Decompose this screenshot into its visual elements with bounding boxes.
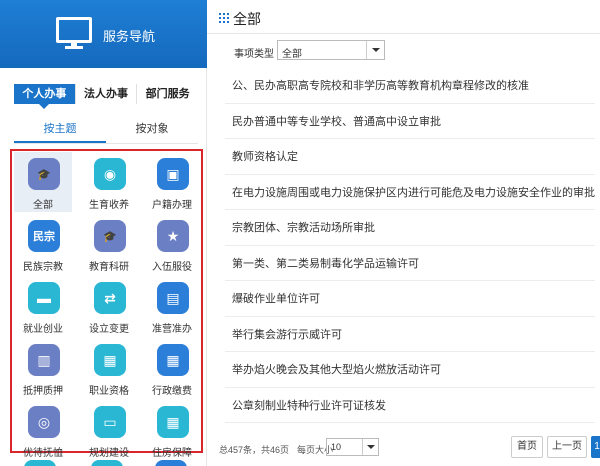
tab-legal-person[interactable]: 法人办事 <box>76 84 138 104</box>
theme-item-label: 准营准办 <box>152 324 192 335</box>
page-size-select[interactable]: 10 <box>326 438 379 456</box>
theme-item-label: 民族宗教 <box>23 262 63 273</box>
list-item[interactable]: 公、民办高职高专院校和非学历高等教育机构章程修改的核准 <box>225 68 595 104</box>
heart-hands-icon: ◎ <box>28 406 60 438</box>
main-panel: 全部 事项类型 全部 公、民办高职高专院校和非学历高等教育机构章程修改的核准 民办… <box>207 0 600 466</box>
pagination: 总457条，共46页 每页大小 10 首页 上一页 1 <box>207 436 600 460</box>
service-nav-title: 服务导航 <box>103 29 156 44</box>
theme-item-label: 教育科研 <box>89 262 129 273</box>
theme-item[interactable]: ▬ 就业创业 <box>14 276 72 336</box>
partial-icon <box>155 460 187 466</box>
theme-item[interactable]: ▥ 抵押质押 <box>14 338 72 398</box>
monitor-icon <box>56 17 92 43</box>
theme-grid: 🎓 全部 ◉ 生育收养 ▣ 户籍办理民宗民族宗教 🎓 教育科研 ★ 入伍服役 ▬ 就业创业 ⇄ 设立变更 ▤… <box>10 149 203 459</box>
theme-item[interactable]: ◉ 生育收养 <box>80 152 138 212</box>
total-count: 总457条，共46页 <box>219 445 290 455</box>
theme-item-label: 生育收养 <box>89 200 129 211</box>
ruler-icon: ▭ <box>94 406 126 438</box>
theme-item[interactable]: ▦ 住房保障 <box>143 400 201 460</box>
subtab-by-theme[interactable]: 按主题 <box>14 118 106 143</box>
list-item[interactable]: 公章刻制业特种行业许可证核发 <box>225 388 595 423</box>
license-icon: ▤ <box>157 282 189 314</box>
theme-item-label: 全部 <box>33 200 53 211</box>
theme-item[interactable]: ★ 入伍服役 <box>143 214 201 274</box>
theme-item-label: 就业创业 <box>23 324 63 335</box>
list-item[interactable]: 第一类、第二类易制毒化学品运输许可 <box>225 246 595 281</box>
theme-item-label: 入伍服役 <box>152 262 192 273</box>
theme-item[interactable]: 🎓 教育科研 <box>80 214 138 274</box>
theme-item[interactable]: ▤ 准营准办 <box>143 276 201 336</box>
main-header: 全部 <box>207 0 600 34</box>
graduation-cap-icon: 🎓 <box>94 220 126 252</box>
theme-item[interactable]: ▦ 职业资格 <box>80 338 138 398</box>
theme-item[interactable]: ▣ 户籍办理 <box>143 152 201 212</box>
id-card-icon: ▣ <box>157 158 189 190</box>
item-type-value: 全部 <box>282 49 302 60</box>
subtabs: 按主题 按对象 <box>14 118 198 144</box>
sidebar: 服务导航 个人办事 法人办事 部门服务 按主题 按对象 🎓 全部 ◉ 生育收养 ▣ 户籍办… <box>0 0 207 466</box>
current-page-button[interactable]: 1 <box>591 436 600 458</box>
list-item[interactable]: 在电力设施周围或电力设施保护区内进行可能危及电力设施安全作业的审批 <box>225 175 595 210</box>
page-size-value: 10 <box>331 442 342 452</box>
theme-item-label: 行政缴费 <box>152 386 192 397</box>
briefcase-icon: ▬ <box>28 282 60 314</box>
service-tabs: 个人办事 法人办事 部门服务 <box>14 84 198 109</box>
grid-icon <box>219 13 229 23</box>
item-list: 公、民办高职高专院校和非学历高等教育机构章程修改的核准 民办普通中等专业学校、普通… <box>225 68 595 423</box>
theme-item[interactable]: 民宗 民族宗教 <box>14 214 72 274</box>
grid-apps-icon: ▦ <box>157 344 189 376</box>
list-item[interactable]: 教师资格认定 <box>225 139 595 175</box>
theme-item-label: 住房保障 <box>152 448 192 459</box>
theme-item[interactable]: 🎓 全部 <box>14 152 72 212</box>
theme-item[interactable]: ▦ 行政缴费 <box>143 338 201 398</box>
tab-personal[interactable]: 个人办事 <box>14 84 76 109</box>
service-nav-header: 服务导航 <box>0 0 207 68</box>
building-icon: ▦ <box>157 406 189 438</box>
tab-department[interactable]: 部门服务 <box>137 84 198 104</box>
first-page-button[interactable]: 首页 <box>511 436 543 458</box>
list-item[interactable]: 宗教团体、宗教活动场所审批 <box>225 210 595 246</box>
list-item[interactable]: 举办焰火晚会及其他大型焰火燃放活动许可 <box>225 352 595 388</box>
graduation-cap-icon: 🎓 <box>28 158 60 190</box>
filter-label: 事项类型 <box>234 49 274 60</box>
document-icon: ▥ <box>28 344 60 376</box>
theme-item[interactable]: ◎ 优待抚恤 <box>14 400 72 460</box>
list-item[interactable]: 举行集会游行示威许可 <box>225 317 595 352</box>
prev-page-button[interactable]: 上一页 <box>547 436 587 458</box>
item-type-select[interactable]: 全部 <box>277 40 385 60</box>
swap-arrows-icon: ⇄ <box>94 282 126 314</box>
minzong-text-icon: 民宗 <box>28 220 60 252</box>
list-item[interactable]: 民办普通中等专业学校、普通高中设立审批 <box>225 104 595 139</box>
theme-item-label: 优待抚恤 <box>23 448 63 459</box>
theme-item-label: 户籍办理 <box>152 200 192 211</box>
theme-item[interactable]: ⇄ 设立变更 <box>80 276 138 336</box>
page-title: 全部 <box>233 11 261 27</box>
theme-item[interactable]: ▭ 规划建设 <box>80 400 138 460</box>
star-badge-icon: ★ <box>157 220 189 252</box>
theme-item-label: 设立变更 <box>89 324 129 335</box>
chevron-down-icon[interactable] <box>366 41 384 59</box>
partial-icon <box>24 460 56 466</box>
partial-icon <box>91 460 123 466</box>
theme-item-label: 规划建设 <box>89 448 129 459</box>
certificate-icon: ▦ <box>94 344 126 376</box>
chevron-down-icon[interactable] <box>362 439 378 455</box>
baby-bottle-icon: ◉ <box>94 158 126 190</box>
theme-item-label: 职业资格 <box>89 386 129 397</box>
subtab-by-target[interactable]: 按对象 <box>106 118 198 143</box>
theme-item-label: 抵押质押 <box>23 386 63 397</box>
list-item[interactable]: 爆破作业单位许可 <box>225 281 595 317</box>
